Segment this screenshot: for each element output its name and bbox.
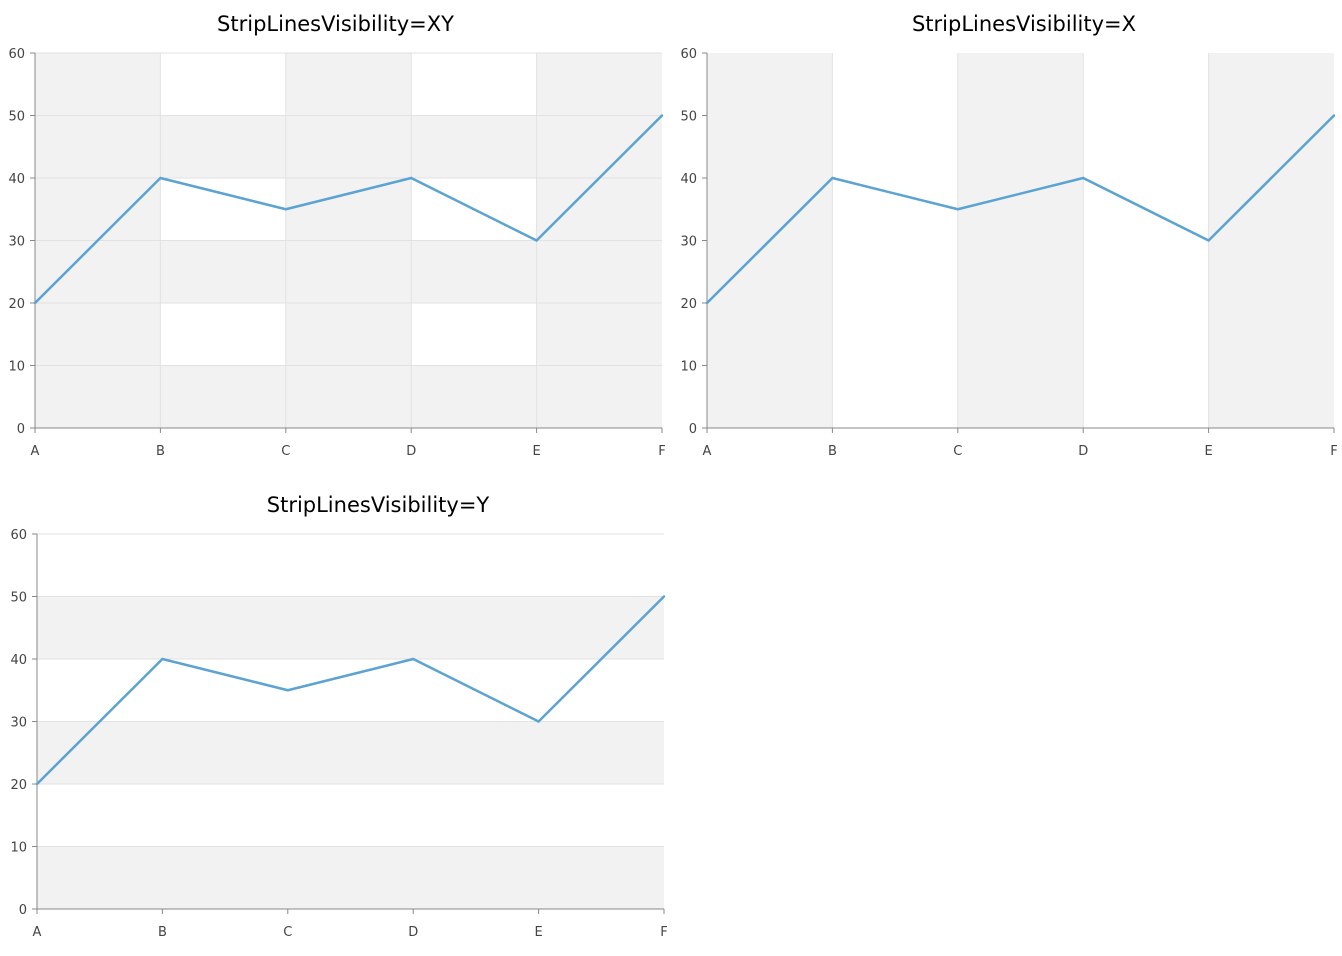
- y-tick-label: 30: [10, 716, 27, 731]
- data-point: [831, 176, 834, 180]
- data-point: [1207, 239, 1210, 242]
- x-tick-label: D: [1078, 444, 1088, 459]
- y-tick-label: 10: [10, 841, 27, 856]
- chart-plot: 0 10 20 30 40 50 60 A B C D E F: [680, 47, 1337, 459]
- chart-plot: 0 10 20 30 40 50 60 A B C D E F: [8, 47, 665, 459]
- y-tick-label: 10: [680, 360, 697, 375]
- y-tick-label: 20: [10, 778, 27, 793]
- x-strip-band: [957, 53, 1084, 428]
- data-point: [35, 782, 39, 786]
- y-strip-band: [37, 596, 664, 659]
- x-tick-label: A: [31, 444, 40, 459]
- x-tick-label: D: [408, 925, 418, 940]
- chart-plot: 0 10 20 30 40 50 60 A B C D E F: [10, 528, 667, 940]
- y-tick-label: 60: [8, 47, 25, 62]
- chart-strip-y: StripLinesVisibility=Y 0 10 20 30 40 50 60 A B C D…: [0, 480, 671, 950]
- x-tick-label: B: [156, 444, 165, 459]
- x-tick-label: E: [1204, 444, 1212, 459]
- x-tick-label: A: [33, 925, 42, 940]
- y-tick-label: 20: [8, 297, 25, 312]
- data-point: [1082, 176, 1085, 180]
- y-tick-label: 50: [10, 591, 27, 606]
- x-tick-label: B: [158, 925, 167, 940]
- data-point: [537, 720, 540, 723]
- data-point: [410, 176, 413, 180]
- data-point: [161, 657, 164, 661]
- strip-lines: [37, 596, 664, 909]
- y-tick-label: 0: [689, 422, 697, 437]
- x-tick-label: D: [406, 444, 416, 459]
- x-tick-label: C: [283, 925, 292, 940]
- data-point: [159, 176, 162, 180]
- y-tick-label: 30: [680, 235, 697, 250]
- chart-strip-xy: StripLinesVisibility=XY 0 10 20 30 40 50 60 A B C…: [0, 0, 671, 470]
- x-tick-label: F: [1330, 444, 1337, 459]
- data-point: [660, 114, 664, 117]
- y-tick-label: 10: [8, 360, 25, 375]
- y-tick-label: 30: [8, 235, 25, 250]
- y-strip-band: [37, 846, 664, 909]
- chart-strip-x: StripLinesVisibility=X 0 10 20 30 40 50 60 A B C D…: [671, 0, 1342, 470]
- x-tick-label: C: [281, 444, 290, 459]
- x-tick-label: E: [532, 444, 540, 459]
- data-point: [284, 208, 287, 211]
- y-tick-label: 60: [10, 528, 27, 543]
- data-point: [535, 239, 538, 242]
- y-tick-label: 0: [19, 903, 27, 918]
- data-point: [286, 689, 289, 692]
- data-point: [412, 657, 415, 661]
- y-tick-label: 20: [680, 297, 697, 312]
- x-strip-band: [1208, 53, 1334, 428]
- y-strip-band: [37, 721, 664, 784]
- x-tick-label: B: [828, 444, 837, 459]
- x-tick-label: C: [953, 444, 962, 459]
- y-tick-label: 0: [17, 422, 25, 437]
- x-tick-label: F: [658, 444, 665, 459]
- strip-lines: [707, 53, 1334, 428]
- y-tick-label: 40: [8, 172, 25, 187]
- x-tick-label: F: [660, 925, 667, 940]
- x-tick-label: A: [703, 444, 712, 459]
- y-tick-label: 40: [680, 172, 697, 187]
- y-tick-label: 50: [8, 110, 25, 125]
- data-point: [705, 301, 709, 305]
- data-point: [33, 301, 37, 305]
- y-tick-label: 50: [680, 110, 697, 125]
- data-point: [662, 595, 666, 598]
- x-tick-label: E: [534, 925, 542, 940]
- data-point: [956, 208, 959, 211]
- y-tick-label: 60: [680, 47, 697, 62]
- y-tick-label: 40: [10, 653, 27, 668]
- data-point: [1332, 114, 1336, 117]
